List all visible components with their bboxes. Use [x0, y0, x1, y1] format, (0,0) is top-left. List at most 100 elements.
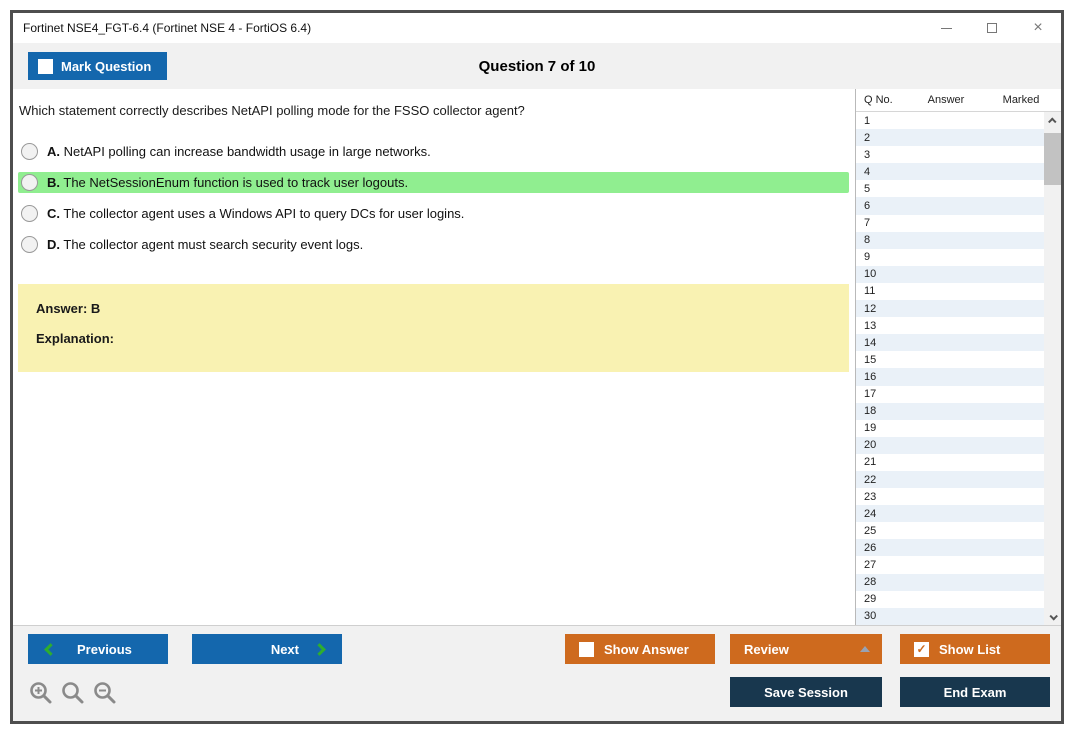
question-list-row[interactable]: 7: [856, 215, 1044, 232]
column-marked: Marked: [1002, 94, 1040, 106]
next-button[interactable]: Next: [192, 634, 342, 664]
row-qno: 27: [864, 558, 877, 571]
row-qno: 30: [864, 610, 877, 623]
close-button[interactable]: ×: [1015, 13, 1061, 43]
question-counter: Question 7 of 10: [478, 57, 596, 75]
previous-button[interactable]: Previous: [28, 634, 168, 664]
question-list-row[interactable]: 11: [856, 283, 1044, 300]
question-list-row[interactable]: 30: [856, 607, 1044, 625]
save-session-button[interactable]: Save Session: [730, 677, 882, 707]
chevron-right-icon: [313, 642, 326, 656]
question-list-row[interactable]: 24: [856, 505, 1044, 523]
maximize-button[interactable]: [969, 13, 1015, 43]
row-qno: 4: [864, 165, 871, 178]
scrollbar-thumb[interactable]: [1044, 133, 1061, 185]
zoom-reset-icon[interactable]: [60, 680, 86, 706]
row-qno: 16: [864, 370, 877, 383]
question-list-row[interactable]: 5: [856, 180, 1044, 197]
question-list-row[interactable]: 10: [856, 265, 1044, 283]
end-exam-button[interactable]: End Exam: [900, 677, 1050, 707]
maximize-icon: [987, 23, 997, 33]
question-list-row[interactable]: 27: [856, 556, 1044, 573]
row-qno: 7: [864, 217, 871, 230]
row-qno: 25: [864, 524, 877, 537]
zoom-in-icon[interactable]: [28, 680, 54, 706]
question-list-row[interactable]: 28: [856, 573, 1044, 591]
question-list-row[interactable]: 29: [856, 591, 1044, 608]
option-text: The NetSessionEnum function is used to t…: [63, 175, 409, 190]
radio-icon[interactable]: [21, 236, 38, 253]
question-list-row[interactable]: 4: [856, 163, 1044, 181]
review-button[interactable]: Review: [730, 634, 882, 664]
row-qno: 21: [864, 456, 877, 469]
footer-bar: Previous Next Show Answer Review ✓ Show …: [13, 625, 1061, 721]
show-list-checkbox[interactable]: ✓: [914, 641, 929, 657]
question-list-row[interactable]: 22: [856, 470, 1044, 489]
title-bar: Fortinet NSE4_FGT-6.4 (Fortinet NSE 4 - …: [13, 13, 1061, 43]
end-exam-label: End Exam: [943, 684, 1007, 700]
question-list-scrollbar[interactable]: [1044, 112, 1061, 625]
question-list-row[interactable]: 17: [856, 386, 1044, 403]
options-list: A. NetAPI polling can increase bandwidth…: [18, 141, 849, 255]
question-text: Which statement correctly describes NetA…: [19, 103, 525, 118]
minimize-button[interactable]: [923, 13, 969, 43]
row-qno: 20: [864, 439, 877, 452]
option-text: The collector agent must search security…: [63, 237, 364, 252]
row-qno: 1: [864, 114, 871, 127]
question-list-row[interactable]: 16: [856, 368, 1044, 386]
zoom-out-icon[interactable]: [92, 680, 118, 706]
question-list-row[interactable]: 9: [856, 249, 1044, 266]
option-letter: C.: [47, 206, 60, 221]
scroll-down-button[interactable]: [1044, 608, 1061, 625]
row-qno: 2: [864, 131, 871, 144]
question-list-row[interactable]: 21: [856, 454, 1044, 471]
row-qno: 26: [864, 541, 877, 554]
show-answer-button[interactable]: Show Answer: [565, 634, 715, 664]
question-list-row[interactable]: 14: [856, 334, 1044, 352]
mark-question-button[interactable]: Mark Question: [28, 52, 168, 80]
row-qno: 17: [864, 388, 877, 401]
radio-icon[interactable]: [21, 174, 38, 191]
question-list-row[interactable]: 3: [856, 146, 1044, 163]
row-qno: 28: [864, 576, 877, 589]
row-qno: 14: [864, 336, 877, 349]
content-area: Which statement correctly describes NetA…: [13, 89, 1061, 625]
question-list-row[interactable]: 8: [856, 231, 1044, 249]
mark-question-checkbox[interactable]: [38, 58, 53, 74]
scroll-up-button[interactable]: [1044, 112, 1061, 129]
explanation-label: Explanation:: [36, 331, 115, 346]
row-qno: 13: [864, 319, 877, 332]
question-list-row[interactable]: 15: [856, 351, 1044, 368]
minimize-icon: [940, 27, 952, 29]
question-list-row[interactable]: 2: [856, 129, 1044, 147]
question-list-row[interactable]: 12: [856, 300, 1044, 318]
question-list-row[interactable]: 20: [856, 436, 1044, 454]
show-answer-checkbox[interactable]: [579, 641, 594, 657]
mark-question-label: Mark Question: [61, 58, 152, 74]
zoom-toolbar: [28, 680, 118, 706]
question-list-row[interactable]: 18: [856, 402, 1044, 420]
answer-option[interactable]: D. The collector agent must search secur…: [18, 234, 849, 255]
question-list-row[interactable]: 25: [856, 522, 1044, 539]
row-qno: 29: [864, 593, 877, 606]
column-answer: Answer: [927, 94, 965, 106]
radio-icon[interactable]: [21, 205, 38, 222]
show-list-button[interactable]: ✓ Show List: [900, 634, 1050, 664]
question-list-row[interactable]: 19: [856, 420, 1044, 437]
row-qno: 12: [864, 302, 877, 315]
question-list-row[interactable]: 23: [856, 488, 1044, 505]
answer-option[interactable]: A. NetAPI polling can increase bandwidth…: [18, 141, 849, 162]
question-list-row[interactable]: 26: [856, 539, 1044, 557]
question-list-row[interactable]: 1: [856, 112, 1044, 129]
question-panel: Which statement correctly describes NetA…: [13, 89, 855, 625]
row-qno: 23: [864, 490, 877, 503]
answer-option[interactable]: B. The NetSessionEnum function is used t…: [18, 172, 849, 193]
answer-option[interactable]: C. The collector agent uses a Windows AP…: [18, 203, 849, 224]
chevron-left-icon: [44, 642, 57, 656]
radio-icon[interactable]: [21, 143, 38, 160]
question-list-row[interactable]: 13: [856, 317, 1044, 334]
chevron-down-icon: [1048, 611, 1058, 621]
question-list-row[interactable]: 6: [856, 197, 1044, 215]
exam-window: Fortinet NSE4_FGT-6.4 (Fortinet NSE 4 - …: [10, 10, 1064, 724]
row-qno: 6: [864, 200, 871, 213]
